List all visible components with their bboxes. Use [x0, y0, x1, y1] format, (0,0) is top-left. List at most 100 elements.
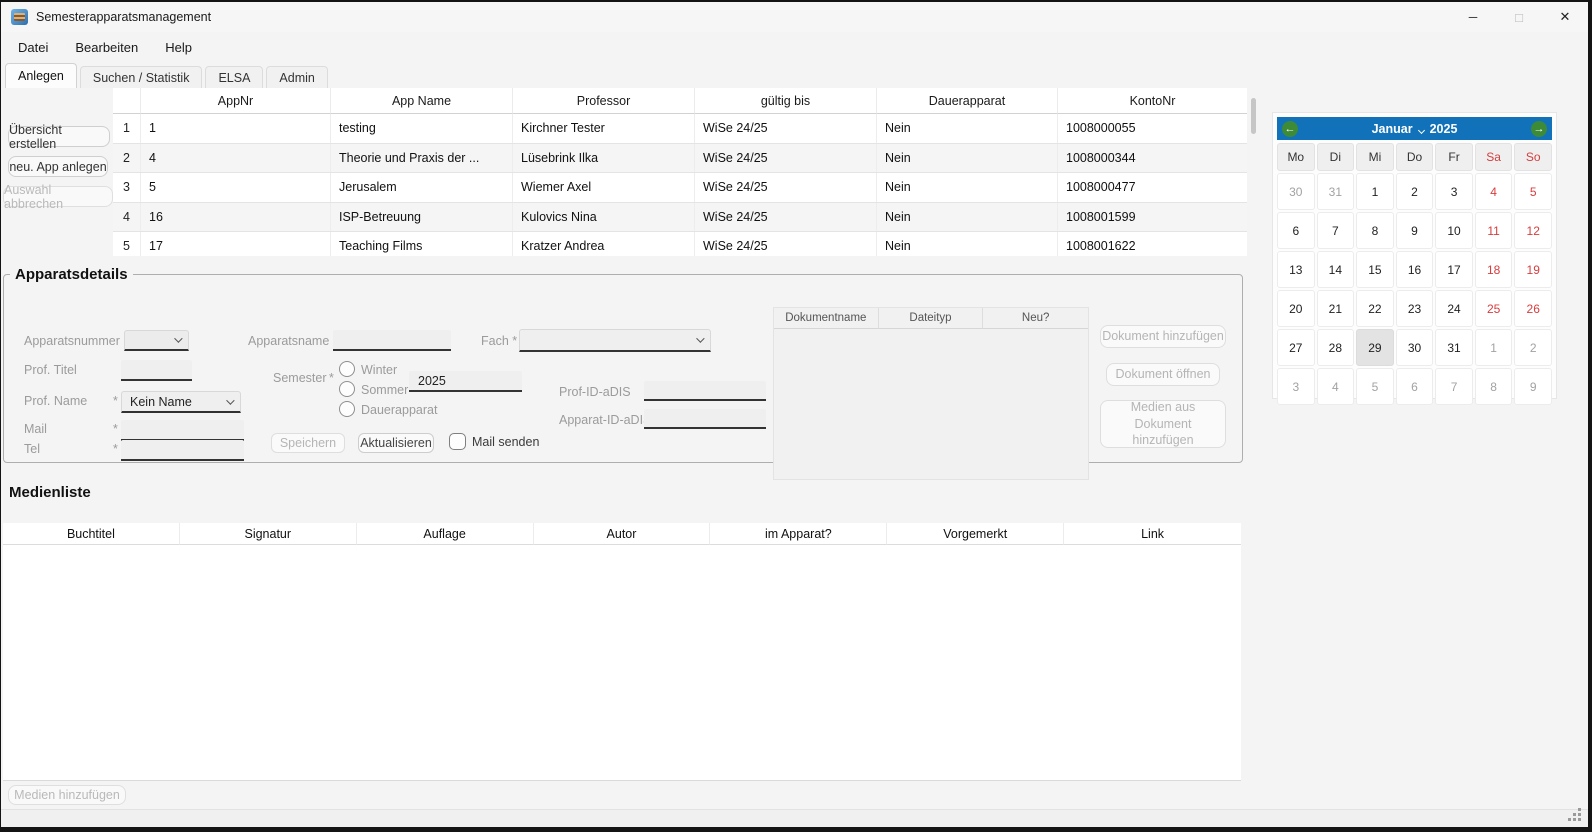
mail-input[interactable] [121, 420, 244, 441]
menu-bearbeiten[interactable]: Bearbeiten [75, 38, 138, 57]
resize-grip-icon[interactable] [1578, 818, 1581, 821]
menu-help[interactable]: Help [165, 38, 192, 57]
calendar-date[interactable]: 20 [1277, 290, 1315, 327]
calendar-prev-icon[interactable]: ← [1282, 121, 1298, 137]
apparatsname-input[interactable] [333, 330, 451, 351]
table-row[interactable]: 24Theorie und Praxis der ...Lüsebrink Il… [113, 144, 1247, 174]
calendar-date[interactable]: 12 [1514, 212, 1552, 249]
calendar-date[interactable]: 3 [1435, 173, 1473, 210]
calendar-date[interactable]: 8 [1356, 212, 1394, 249]
calendar-date[interactable]: 6 [1277, 212, 1315, 249]
calendar-date[interactable]: 22 [1356, 290, 1394, 327]
calendar-date[interactable]: 4 [1475, 173, 1513, 210]
calendar-date[interactable]: 29 [1356, 329, 1394, 366]
maximize-button[interactable]: □ [1496, 2, 1542, 32]
calendar-date[interactable]: 30 [1396, 329, 1434, 366]
calendar-date[interactable]: 21 [1317, 290, 1355, 327]
tab-anlegen[interactable]: Anlegen [5, 63, 77, 88]
dauerapparat-radio[interactable] [339, 401, 355, 417]
column-header-signatur[interactable]: Signatur [180, 523, 357, 545]
tel-input[interactable] [121, 440, 244, 461]
calendar-date[interactable]: 31 [1435, 329, 1473, 366]
tab-admin[interactable]: Admin [266, 66, 327, 88]
calendar-date[interactable]: 28 [1317, 329, 1355, 366]
minimize-button[interactable]: ─ [1450, 2, 1496, 32]
calendar-date[interactable]: 14 [1317, 251, 1355, 288]
calendar-next-icon[interactable]: → [1531, 121, 1547, 137]
column-header-auflage[interactable]: Auflage [357, 523, 534, 545]
calendar-date[interactable]: 8 [1475, 368, 1513, 405]
calendar-date[interactable]: 18 [1475, 251, 1513, 288]
calendar-date[interactable]: 23 [1396, 290, 1434, 327]
calendar-date[interactable]: 30 [1277, 173, 1315, 210]
medien-hinzufuegen-button[interactable]: Medien hinzufügen [8, 785, 126, 805]
neue-app-anlegen-button[interactable]: neu. App anlegen [8, 156, 108, 177]
medien-aus-dokument-button[interactable]: Medien aus Dokument hinzufügen [1100, 400, 1226, 448]
column-header-neu-[interactable]: Neu? [983, 308, 1088, 329]
column-header-dateityp[interactable]: Dateityp [879, 308, 984, 329]
column-header-g-ltig-bis[interactable]: gültig bis [695, 88, 877, 114]
uebersicht-erstellen-button[interactable]: Übersicht erstellen [8, 126, 110, 147]
calendar-date[interactable]: 27 [1277, 329, 1315, 366]
column-header-buchtitel[interactable]: Buchtitel [3, 523, 180, 545]
table-row[interactable]: 517Teaching FilmsKratzer AndreaWiSe 24/2… [113, 232, 1247, 256]
winter-radio[interactable] [339, 361, 355, 377]
table-row[interactable]: 11testingKirchner TesterWiSe 24/25Nein10… [113, 114, 1247, 144]
column-header-link[interactable]: Link [1064, 523, 1241, 545]
apparatsnummer-dropdown[interactable] [124, 330, 189, 351]
calendar-date[interactable]: 13 [1277, 251, 1315, 288]
calendar-title[interactable]: Januar 2025 [1298, 122, 1531, 136]
apps-table-scrollbar[interactable] [1249, 92, 1258, 252]
column-header-dauerapparat[interactable]: Dauerapparat [877, 88, 1058, 114]
calendar-date[interactable]: 15 [1356, 251, 1394, 288]
column-header-autor[interactable]: Autor [534, 523, 711, 545]
calendar-date[interactable]: 24 [1435, 290, 1473, 327]
calendar-date[interactable]: 11 [1475, 212, 1513, 249]
tab-elsa[interactable]: ELSA [205, 66, 263, 88]
calendar-date[interactable]: 3 [1277, 368, 1315, 405]
calendar-date[interactable]: 25 [1475, 290, 1513, 327]
table-row[interactable]: 35JerusalemWiemer AxelWiSe 24/25Nein1008… [113, 173, 1247, 203]
calendar-date[interactable]: 1 [1356, 173, 1394, 210]
column-header-app-name[interactable]: App Name [331, 88, 513, 114]
prof-id-adis-input[interactable] [644, 381, 766, 401]
calendar-date[interactable]: 5 [1356, 368, 1394, 405]
dokument-hinzufuegen-button[interactable]: Dokument hinzufügen [1100, 325, 1226, 348]
apparat-id-adis-input[interactable] [644, 409, 766, 429]
calendar-date[interactable]: 5 [1514, 173, 1552, 210]
column-header-dokumentname[interactable]: Dokumentname [774, 308, 879, 329]
calendar-date[interactable]: 1 [1475, 329, 1513, 366]
calendar-date[interactable]: 6 [1396, 368, 1434, 405]
calendar-date[interactable]: 10 [1435, 212, 1473, 249]
calendar-date[interactable]: 7 [1317, 212, 1355, 249]
speichern-button[interactable]: Speichern [271, 433, 345, 453]
column-header-vorgemerkt[interactable]: Vorgemerkt [887, 523, 1064, 545]
sommer-radio[interactable] [339, 381, 355, 397]
prof-titel-input[interactable] [121, 360, 192, 381]
column-header-professor[interactable]: Professor [513, 88, 695, 114]
table-row[interactable]: 416ISP-BetreuungKulovics NinaWiSe 24/25N… [113, 203, 1247, 233]
auswahl-abbrechen-button[interactable]: Auswahl abbrechen [3, 186, 113, 207]
dokument-oeffnen-button[interactable]: Dokument öffnen [1106, 363, 1220, 386]
semester-year-input[interactable]: 2025 [409, 371, 522, 392]
scrollbar-thumb[interactable] [1251, 98, 1256, 134]
calendar-date[interactable]: 19 [1514, 251, 1552, 288]
calendar-date[interactable]: 31 [1317, 173, 1355, 210]
calendar-date[interactable]: 9 [1514, 368, 1552, 405]
calendar-date[interactable]: 2 [1396, 173, 1434, 210]
calendar-date[interactable]: 26 [1514, 290, 1552, 327]
prof-name-dropdown[interactable]: Kein Name [121, 391, 241, 413]
calendar-date[interactable]: 17 [1435, 251, 1473, 288]
calendar-date[interactable]: 2 [1514, 329, 1552, 366]
column-header-appnr[interactable]: AppNr [141, 88, 331, 114]
calendar-date[interactable]: 9 [1396, 212, 1434, 249]
menu-datei[interactable]: Datei [18, 38, 48, 57]
calendar-date[interactable]: 16 [1396, 251, 1434, 288]
fach-dropdown[interactable] [519, 329, 711, 352]
tab-suchen-statistik[interactable]: Suchen / Statistik [80, 66, 203, 88]
close-button[interactable]: ✕ [1542, 2, 1588, 32]
column-header-kontonr[interactable]: KontoNr [1058, 88, 1247, 114]
aktualisieren-button[interactable]: Aktualisieren [358, 433, 434, 453]
column-header-im-apparat-[interactable]: im Apparat? [710, 523, 887, 545]
calendar-date[interactable]: 7 [1435, 368, 1473, 405]
